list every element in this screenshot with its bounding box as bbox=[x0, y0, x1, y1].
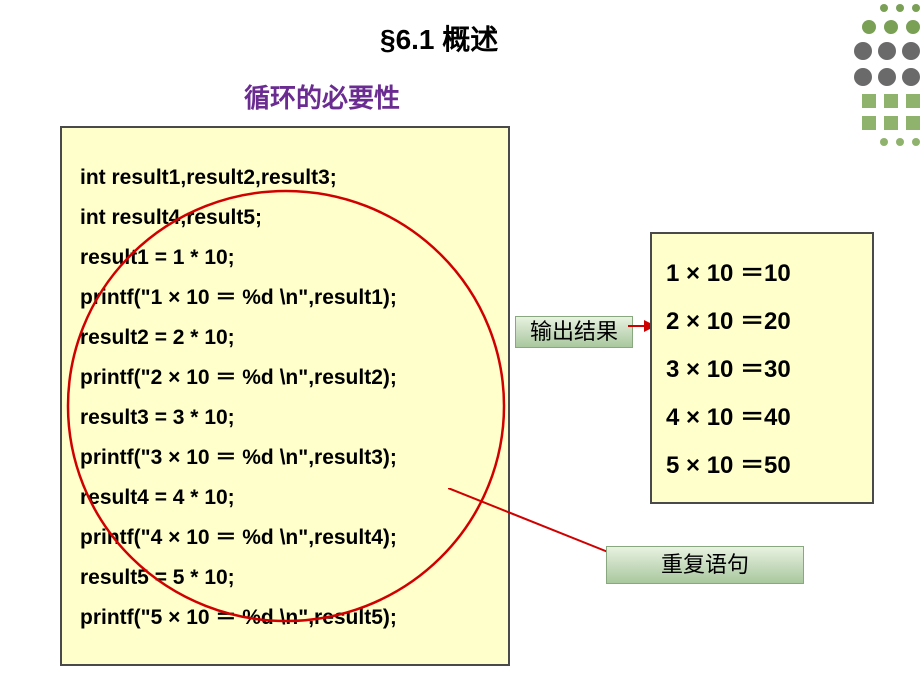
slide-title: §6.1 概述 bbox=[380, 18, 498, 58]
output-line: 5 × 10 ＝50 bbox=[666, 442, 858, 490]
repeat-label: 重复语句 bbox=[606, 546, 804, 584]
output-line: 1 × 10 ＝10 bbox=[666, 250, 858, 298]
output-block: 1 × 10 ＝10 2 × 10 ＝20 3 × 10 ＝30 4 × 10 … bbox=[650, 232, 874, 504]
code-line: result1 = 1 * 10; bbox=[80, 238, 490, 278]
output-line: 4 × 10 ＝40 bbox=[666, 394, 858, 442]
output-line: 2 × 10 ＝20 bbox=[666, 298, 858, 346]
code-line: printf("2 × 10 ＝ %d \n",result2); bbox=[80, 358, 490, 398]
code-line: result5 = 5 * 10; bbox=[80, 558, 490, 598]
code-line: int result1,result2,result3; bbox=[80, 158, 490, 198]
code-line: int result4,result5; bbox=[80, 198, 490, 238]
output-line: 3 × 10 ＝30 bbox=[666, 346, 858, 394]
slide-subtitle: 循环的必要性 bbox=[244, 78, 400, 115]
code-line: printf("1 × 10 ＝ %d \n",result1); bbox=[80, 278, 490, 318]
code-block: int result1,result2,result3; int result4… bbox=[60, 126, 510, 666]
code-line: printf("4 × 10 ＝ %d \n",result4); bbox=[80, 518, 490, 558]
code-line: result4 = 4 * 10; bbox=[80, 478, 490, 518]
code-line: result3 = 3 * 10; bbox=[80, 398, 490, 438]
code-line: printf("5 × 10 ＝ %d \n",result5); bbox=[80, 598, 490, 638]
code-line: result2 = 2 * 10; bbox=[80, 318, 490, 358]
code-line: printf("3 × 10 ＝ %d \n",result3); bbox=[80, 438, 490, 478]
slide-decoration bbox=[828, 4, 920, 186]
output-label: 输出结果 bbox=[515, 316, 633, 348]
